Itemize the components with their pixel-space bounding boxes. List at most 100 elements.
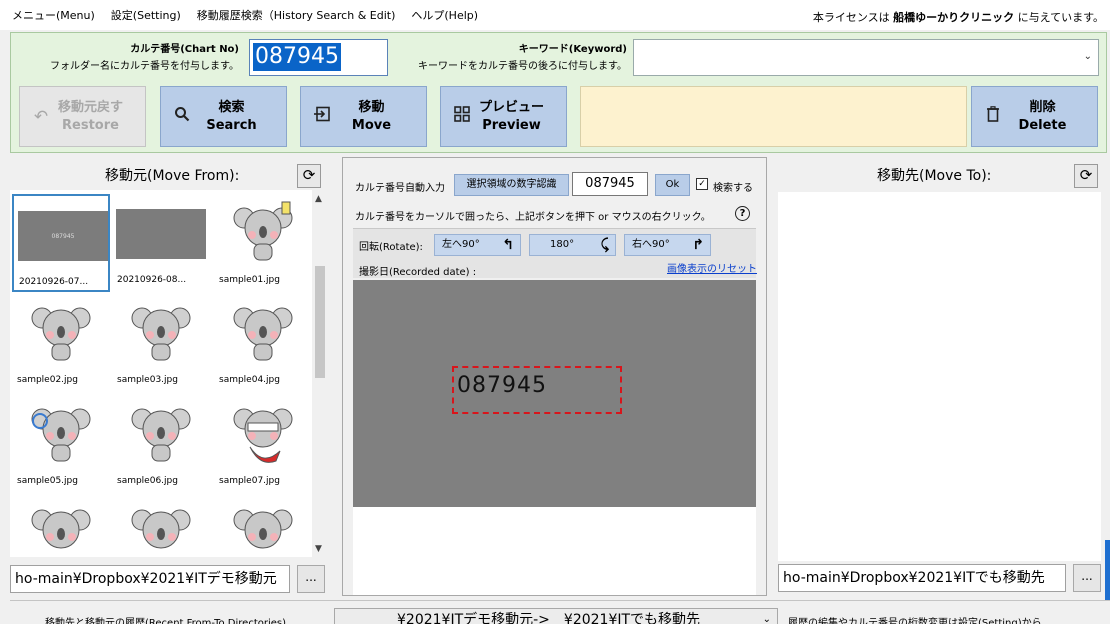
thumbnail-caption: sample04.jpg bbox=[219, 375, 280, 385]
instruction-text: カルテ番号をカーソルで囲ったら、上記ボタンを押下 or マウスの右クリック。 bbox=[355, 212, 711, 223]
move-to-title: 移動先(Move To): bbox=[877, 168, 992, 184]
move-from-panel: 移動元(Move From): ⟳ 087945 20210926-07... … bbox=[0, 157, 337, 596]
history-value: ¥2021¥ITデモ移動元-> ¥2021¥ITでも移動先 bbox=[397, 612, 701, 624]
preview-button[interactable]: プレビュー Preview bbox=[440, 86, 567, 147]
search-button[interactable]: 検索 Search bbox=[160, 86, 287, 147]
menu-item-history-search[interactable]: 移動履歴検索（History Search & Edit) bbox=[189, 7, 404, 23]
move-to-browse-button[interactable]: ... bbox=[1073, 564, 1101, 592]
restore-label-jp: 移動元戻す bbox=[57, 99, 123, 115]
keyword-title: キーワード(Keyword) bbox=[518, 44, 627, 55]
thumbnail-item[interactable] bbox=[12, 496, 110, 557]
chevron-down-icon[interactable]: ⌄ bbox=[763, 609, 771, 624]
trash-icon bbox=[980, 106, 1006, 127]
rotate-180-label: 180° bbox=[550, 239, 575, 250]
rotate-180-button[interactable]: 180° ⤹ bbox=[529, 234, 616, 256]
thumbnail-caption: sample02.jpg bbox=[17, 375, 78, 385]
thumbnail-item[interactable]: sample04.jpg bbox=[214, 294, 312, 392]
search-label-en: Search bbox=[206, 117, 257, 133]
delete-label-en: Delete bbox=[1018, 117, 1067, 133]
thumbnail-scrollbar[interactable]: ▲ ▼ bbox=[312, 190, 328, 557]
chart-no-desc: フォルダー名にカルテ番号を付与します。 bbox=[50, 61, 239, 72]
recognized-number-field[interactable]: 087945 bbox=[572, 172, 648, 196]
rotate-right-icon: ↱ bbox=[692, 237, 704, 253]
status-area bbox=[580, 86, 967, 147]
top-panel: カルテ番号(Chart No) フォルダー名にカルテ番号を付与します。 0879… bbox=[10, 32, 1107, 153]
license-name: 船橋ゆーかりクリニック bbox=[893, 11, 1015, 24]
menu-item-help[interactable]: ヘルプ(Help) bbox=[403, 7, 486, 23]
refresh-icon[interactable]: ⟳ bbox=[1074, 164, 1098, 188]
chevron-down-icon[interactable]: ⌄ bbox=[1084, 51, 1092, 62]
image-preview[interactable]: 087945 bbox=[353, 280, 756, 507]
thumbnail-item[interactable]: sample03.jpg bbox=[112, 294, 210, 392]
koala-illustration bbox=[218, 298, 308, 368]
undo-icon: ↶ bbox=[33, 106, 49, 127]
search-checkbox[interactable]: ✓ bbox=[696, 178, 708, 190]
history-label: 移動先と移動元の履歴(Recent From-To Directories) bbox=[45, 618, 287, 624]
history-select[interactable]: ¥2021¥ITデモ移動元-> ¥2021¥ITでも移動先 ⌄ bbox=[334, 608, 778, 624]
move-label-en: Move bbox=[351, 117, 392, 133]
koala-illustration bbox=[16, 298, 106, 368]
thumbnail-caption: sample06.jpg bbox=[117, 476, 178, 486]
thumbnail-caption: 20210926-07... bbox=[19, 277, 89, 287]
help-icon[interactable]: ? bbox=[735, 206, 750, 221]
rotate-toolbar: 回転(Rotate): 左へ90° ↰ 180° ⤹ 右へ90° ↱ 撮影日(Reco… bbox=[353, 228, 757, 278]
scroll-thumb[interactable] bbox=[315, 266, 325, 378]
move-from-path[interactable]: ho-main¥Dropbox¥2021¥ITデモ移動元 bbox=[10, 565, 290, 593]
preview-label-en: Preview bbox=[482, 117, 541, 133]
rotate-left-label: 左へ90° bbox=[442, 239, 480, 250]
delete-label-jp: 削除 bbox=[1029, 99, 1056, 115]
thumbnail-item[interactable] bbox=[112, 496, 210, 557]
preview-label-jp: プレビュー bbox=[478, 99, 544, 115]
restore-button[interactable]: ↶ 移動元戻す Restore bbox=[19, 86, 146, 147]
ok-button[interactable]: Ok bbox=[655, 174, 690, 196]
scroll-edge-indicator bbox=[1105, 540, 1110, 600]
rotate-right-label: 右へ90° bbox=[632, 239, 670, 250]
photo-thumbnail: 087945 bbox=[18, 211, 108, 261]
recognize-digits-button[interactable]: 選択領域の数字認識 bbox=[454, 174, 569, 196]
koala-illustration bbox=[218, 198, 308, 268]
rotate-right-button[interactable]: 右へ90° ↱ bbox=[624, 234, 711, 256]
thumbnail-item[interactable]: sample02.jpg bbox=[12, 294, 110, 392]
thumbnail-item[interactable]: sample07.jpg bbox=[214, 395, 312, 493]
thumbnail-item[interactable]: sample01.jpg bbox=[214, 194, 312, 292]
thumbnail-item[interactable]: sample06.jpg bbox=[112, 395, 210, 493]
thumbnail-caption: sample03.jpg bbox=[117, 375, 178, 385]
ocr-selection-box[interactable]: 087945 bbox=[452, 366, 622, 414]
thumbnail-caption: sample05.jpg bbox=[17, 476, 78, 486]
move-from-title: 移動元(Move From): bbox=[105, 168, 240, 184]
move-to-folder-view[interactable] bbox=[778, 192, 1101, 561]
thumbnail-item[interactable]: 20210926-08... bbox=[112, 194, 210, 292]
thumbnail-caption: sample01.jpg bbox=[219, 275, 280, 285]
reset-view-link[interactable]: 画像表示のリセット bbox=[667, 260, 757, 275]
auto-input-label: カルテ番号自動入力 bbox=[355, 183, 445, 194]
search-checkbox-label: 検索する bbox=[713, 183, 753, 194]
chart-no-input[interactable]: 087945 bbox=[249, 39, 388, 76]
chart-no-title: カルテ番号(Chart No) bbox=[130, 44, 239, 55]
koala-illustration bbox=[116, 500, 206, 557]
thumbnail-item[interactable]: sample05.jpg bbox=[12, 395, 110, 493]
preview-blank-area bbox=[353, 507, 756, 595]
rotate-left-button[interactable]: 左へ90° ↰ bbox=[434, 234, 521, 256]
menu-item-setting[interactable]: 設定(Setting) bbox=[103, 7, 189, 23]
koala-illustration bbox=[16, 500, 106, 557]
move-to-path[interactable]: ho-main¥Dropbox¥2021¥ITでも移動先 bbox=[778, 564, 1066, 592]
thumbnail-item[interactable]: 087945 20210926-07... bbox=[12, 194, 110, 292]
history-bar: 移動先と移動元の履歴(Recent From-To Directories) ¥… bbox=[10, 600, 1110, 624]
delete-button[interactable]: 削除 Delete bbox=[971, 86, 1098, 147]
refresh-icon[interactable]: ⟳ bbox=[297, 164, 321, 188]
thumbnail-item[interactable] bbox=[214, 496, 312, 557]
keyword-label: キーワード(Keyword) キーワードをカルテ番号の後ろに付与します。 bbox=[401, 41, 627, 75]
keyword-combobox[interactable]: ⌄ bbox=[633, 39, 1099, 76]
move-button[interactable]: 移動 Move bbox=[300, 86, 427, 147]
chart-no-value: 087945 bbox=[253, 43, 341, 71]
scroll-up-icon[interactable]: ▲ bbox=[315, 194, 322, 204]
move-from-browse-button[interactable]: ... bbox=[297, 565, 325, 593]
restore-label-en: Restore bbox=[62, 117, 119, 133]
license-notice: 本ライセンスは 船橋ゆーかりクリニック に与えています。 bbox=[813, 9, 1104, 25]
license-prefix: 本ライセンスは bbox=[812, 11, 894, 24]
scroll-down-icon[interactable]: ▼ bbox=[315, 544, 322, 554]
search-icon bbox=[169, 106, 195, 127]
grid-icon bbox=[449, 106, 475, 127]
menu-item-menu[interactable]: メニュー(Menu) bbox=[0, 7, 103, 23]
koala-illustration bbox=[218, 500, 308, 557]
